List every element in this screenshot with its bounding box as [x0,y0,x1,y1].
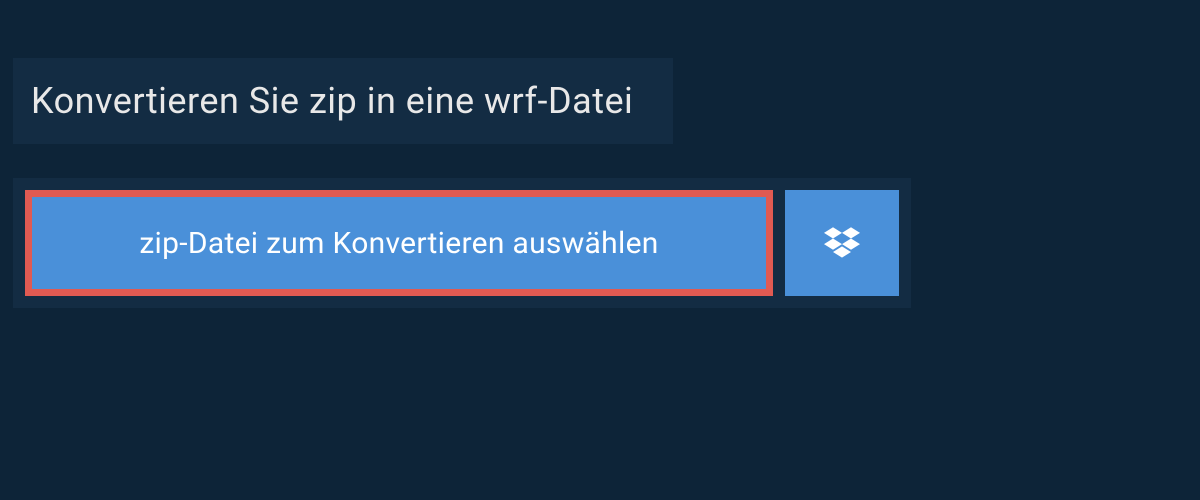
title-bar: Konvertieren Sie zip in eine wrf-Datei [13,58,673,144]
select-file-button[interactable]: zip-Datei zum Konvertieren auswählen [25,190,773,296]
dropbox-icon [824,225,860,261]
action-panel: zip-Datei zum Konvertieren auswählen [13,178,911,308]
dropbox-button[interactable] [785,190,899,296]
page-title: Konvertieren Sie zip in eine wrf-Datei [31,80,633,122]
select-file-label: zip-Datei zum Konvertieren auswählen [139,226,658,261]
main-container: Konvertieren Sie zip in eine wrf-Datei z… [0,0,1200,500]
